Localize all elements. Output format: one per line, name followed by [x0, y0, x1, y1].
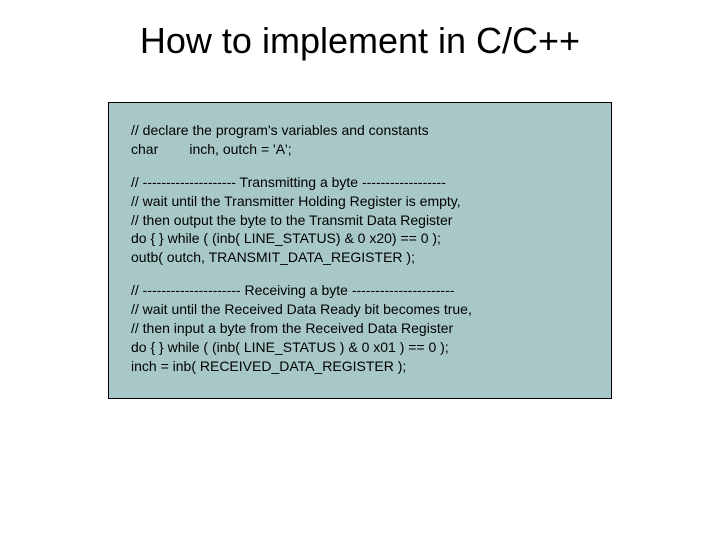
code-line: // --------------------- Receiving a byt… — [131, 281, 589, 300]
code-line: // -------------------- Transmitting a b… — [131, 173, 589, 192]
code-block-receive: // --------------------- Receiving a byt… — [131, 281, 589, 375]
code-line: // then input a byte from the Received D… — [131, 319, 589, 338]
slide-title: How to implement in C/C++ — [0, 20, 720, 62]
code-line: // wait until the Received Data Ready bi… — [131, 300, 589, 319]
code-line: // then output the byte to the Transmit … — [131, 211, 589, 230]
code-box: // declare the program's variables and c… — [108, 102, 612, 399]
code-line: inch = inb( RECEIVED_DATA_REGISTER ); — [131, 357, 589, 376]
code-line: do { } while ( (inb( LINE_STATUS ) & 0 x… — [131, 338, 589, 357]
code-block-transmit: // -------------------- Transmitting a b… — [131, 173, 589, 267]
code-line: outb( outch, TRANSMIT_DATA_REGISTER ); — [131, 248, 589, 267]
code-line: // declare the program's variables and c… — [131, 121, 589, 140]
code-line: // wait until the Transmitter Holding Re… — [131, 192, 589, 211]
code-line: char inch, outch = 'A'; — [131, 140, 589, 159]
code-line: do { } while ( (inb( LINE_STATUS) & 0 x2… — [131, 229, 589, 248]
slide: How to implement in C/C++ // declare the… — [0, 0, 720, 540]
code-block-declarations: // declare the program's variables and c… — [131, 121, 589, 159]
